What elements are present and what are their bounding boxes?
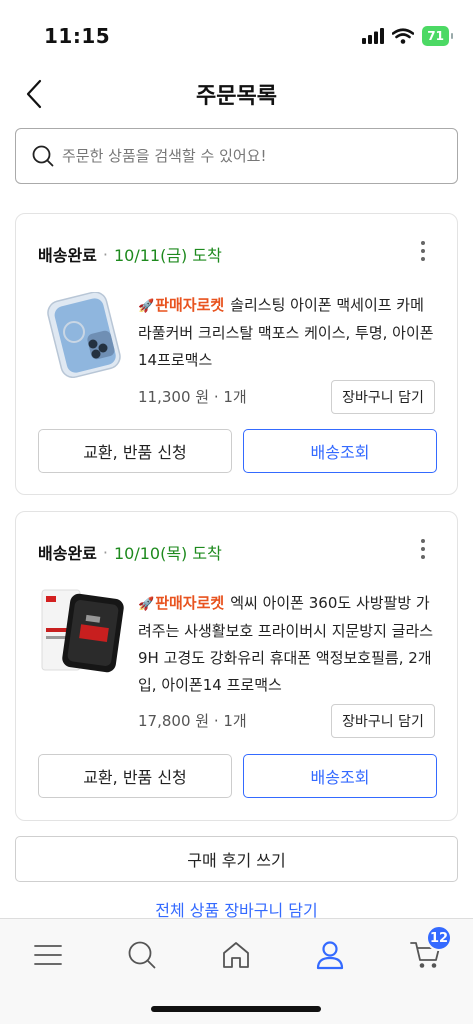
header: 주문목록 (0, 70, 473, 122)
menu-icon (34, 945, 62, 965)
more-options-button[interactable] (413, 236, 433, 266)
track-delivery-button[interactable]: 배송조회 (243, 429, 437, 473)
rocket-badge: 판매자로켓 (155, 594, 225, 612)
separator-dot: · (102, 542, 108, 562)
home-indicator (151, 1006, 321, 1012)
write-review-button[interactable]: 구매 후기 쓰기 (15, 836, 458, 882)
delivery-date: 10/10(목) 도착 (113, 544, 222, 563)
delivery-status-label: 배송완료 (38, 544, 97, 563)
status-time: 11:15 (44, 24, 111, 48)
delivery-status: 배송완료 · 10/10(목) 도착 (38, 540, 222, 564)
product-name[interactable]: 🚀판매자로켓 솔리스팅 아이폰 맥세이프 카메라풀커버 크리스탈 맥포스 케이스,… (138, 292, 437, 374)
cellular-signal-icon (362, 28, 385, 44)
separator-dot: · (102, 244, 108, 264)
more-options-button[interactable] (413, 534, 433, 564)
battery-level: 71 (427, 29, 444, 43)
product-image[interactable] (40, 292, 126, 378)
tab-menu[interactable] (24, 931, 72, 979)
wifi-icon (392, 28, 415, 44)
order-card: 배송완료 · 10/11(금) 도착 🚀판매자로켓 솔리스팅 아이폰 맥세이프 카… (15, 213, 458, 495)
delivery-date: 10/11(금) 도착 (113, 246, 222, 265)
search-input[interactable] (62, 147, 442, 165)
search-icon (32, 145, 54, 167)
tab-home[interactable] (212, 931, 260, 979)
search-icon (128, 941, 156, 969)
track-delivery-button[interactable]: 배송조회 (243, 754, 437, 798)
status-icons: 71 (362, 26, 453, 46)
page-title: 주문목록 (196, 84, 277, 109)
product-name[interactable]: 🚀판매자로켓 엑씨 아이폰 360도 사방팔방 가려주는 사생활보호 프라이버시 … (138, 590, 437, 699)
tab-cart[interactable]: 12 (402, 925, 452, 979)
cart-count-badge: 12 (426, 925, 452, 951)
profile-icon (316, 941, 344, 970)
order-card: 배송완료 · 10/10(목) 도착 🚀판매자로켓 엑씨 아이폰 360도 사방팔… (15, 511, 458, 821)
battery-icon: 71 (422, 26, 453, 46)
exchange-return-button[interactable]: 교환, 반품 신청 (38, 429, 232, 473)
price-quantity: 11,300 원 · 1개 (138, 388, 247, 406)
product-image[interactable] (40, 588, 126, 674)
search-box[interactable] (15, 128, 458, 184)
add-to-cart-button[interactable]: 장바구니 담기 (331, 704, 435, 738)
exchange-return-button[interactable]: 교환, 반품 신청 (38, 754, 232, 798)
tab-search[interactable] (118, 931, 166, 979)
add-to-cart-button[interactable]: 장바구니 담기 (331, 380, 435, 414)
price-quantity: 17,800 원 · 1개 (138, 712, 247, 730)
tab-my-account[interactable] (306, 931, 354, 979)
rocket-badge: 판매자로켓 (155, 296, 225, 314)
delivery-status: 배송완료 · 10/11(금) 도착 (38, 242, 222, 266)
home-icon (223, 942, 249, 968)
rocket-icon: 🚀 (138, 597, 155, 612)
delivery-status-label: 배송완료 (38, 246, 97, 265)
rocket-icon: 🚀 (138, 299, 155, 314)
status-bar: 11:15 71 (0, 0, 473, 70)
